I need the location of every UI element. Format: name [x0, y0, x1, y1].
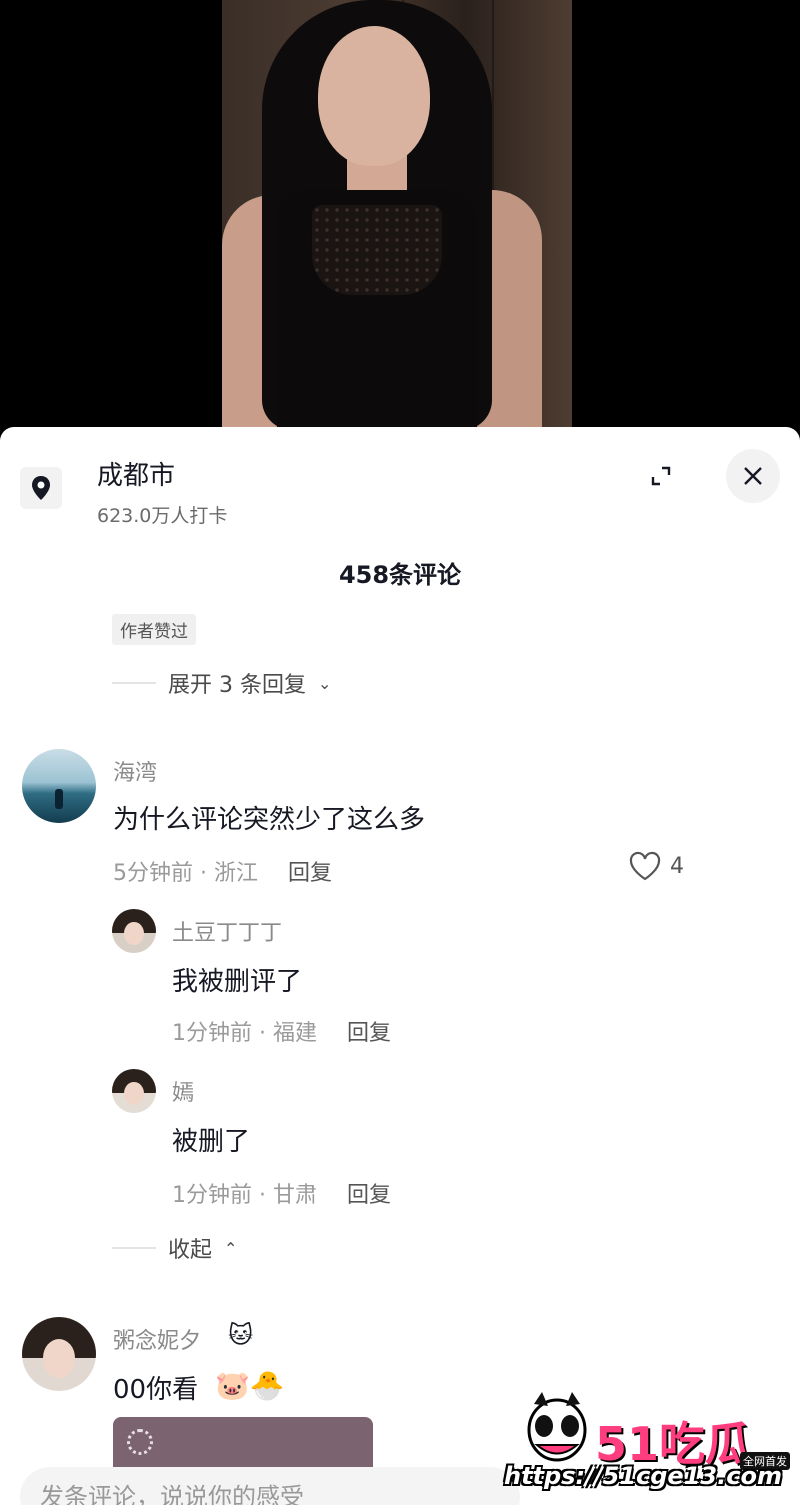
reply-username[interactable]: 土豆丁丁丁 [172, 915, 282, 947]
video-frame [222, 0, 572, 430]
comment-input-placeholder: 发条评论，说说你的感受 [40, 1483, 304, 1505]
reply-text: 被删了 [172, 1127, 251, 1157]
reply-time-location: 1分钟前 · 福建 [172, 1021, 317, 1046]
chevron-up-icon: ⌃ [224, 1238, 238, 1258]
expand-button[interactable] [634, 449, 688, 503]
avatar[interactable] [22, 1317, 96, 1391]
watermark: 51吃瓜 全网首发 https://51cge13.com [500, 1390, 800, 1505]
heart-icon [629, 851, 661, 881]
collapse-replies-button[interactable]: 收起 ⌃ [112, 1232, 237, 1264]
like-button[interactable]: 4 [628, 851, 684, 881]
like-count: 4 [670, 853, 684, 879]
author-liked-badge: 作者赞过 [112, 614, 196, 645]
reply-button[interactable]: 回复 [347, 1177, 391, 1209]
chevron-down-icon: ⌄ [317, 673, 332, 693]
comment-time-location: 5分钟前 · 浙江 [113, 861, 258, 886]
comment-text: 00你看 [113, 1375, 199, 1405]
cat-emoji-icon: 🐱 [228, 1321, 254, 1349]
avatar[interactable] [22, 749, 96, 823]
reply-time-location: 1分钟前 · 甘肃 [172, 1183, 317, 1208]
comments-sheet: 成都市 623.0万人打卡 458条评论 作者赞过 展开 3 条回复 ⌄ 海湾 … [0, 427, 800, 1505]
location-pin-icon[interactable] [20, 467, 62, 509]
reply-button[interactable]: 回复 [347, 1015, 391, 1047]
pig-emoji-icon: 🐷🐣 [215, 1369, 285, 1402]
close-button[interactable] [726, 449, 780, 503]
location-checkins: 623.0万人打卡 [97, 505, 228, 527]
comment-username[interactable]: 海湾 [113, 755, 157, 787]
expand-replies-button[interactable]: 展开 3 条回复 ⌄ [112, 667, 331, 699]
comment-count-title: 458条评论 [338, 561, 462, 589]
reply-username[interactable]: 嫣 [172, 1075, 194, 1107]
comment-meta: 5分钟前 · 浙江 回复 [113, 855, 332, 887]
reply-button[interactable]: 回复 [288, 855, 332, 887]
collapse-label: 收起 [168, 1238, 213, 1263]
expand-icon [651, 466, 671, 486]
reply-text: 我被删评了 [172, 967, 303, 997]
reply-meta: 1分钟前 · 福建 回复 [172, 1015, 391, 1047]
mascot-logo [527, 1392, 587, 1462]
divider [112, 1247, 156, 1249]
avatar[interactable] [112, 1069, 156, 1113]
comment-text: 为什么评论突然少了这么多 [113, 805, 426, 835]
loading-icon [127, 1429, 153, 1455]
close-icon [744, 467, 762, 485]
location-name[interactable]: 成都市 [97, 455, 175, 492]
avatar[interactable] [112, 909, 156, 953]
watermark-url: https://51cge13.com [504, 1462, 782, 1490]
expand-replies-label: 展开 3 条回复 [168, 673, 306, 698]
divider [112, 682, 156, 684]
video-player[interactable] [0, 0, 800, 440]
reply-meta: 1分钟前 · 甘肃 回复 [172, 1177, 391, 1209]
comment-username[interactable]: 粥念妮夕 [113, 1323, 201, 1355]
